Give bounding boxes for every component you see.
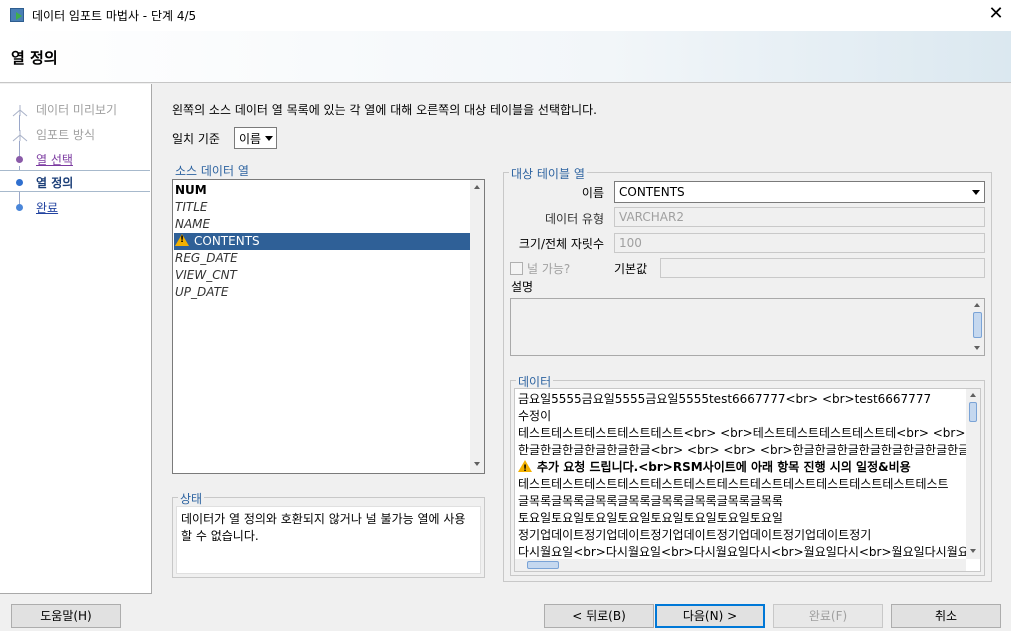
nav-step-column-definition: 열 정의 (0, 170, 150, 192)
source-list-scrollbar[interactable] (470, 180, 484, 473)
source-column-item[interactable]: UP_DATE (174, 284, 470, 301)
scroll-thumb[interactable] (973, 312, 982, 338)
data-preview-list[interactable]: 금요일5555금요일5555금요일5555test6667777<br> <br… (514, 388, 981, 572)
target-column-legend: 대상 테이블 열 (509, 165, 587, 182)
data-line-text: 추가 요청 드립니다.<br>RSM사이트에 아래 항목 진행 시의 일정&비용 (537, 460, 911, 474)
app-icon (10, 8, 24, 22)
step-done-icon (12, 105, 28, 117)
status-message: 데이터가 열 정의와 호환되지 않거나 널 불가능 열에 사용할 수 없습니다. (176, 506, 481, 574)
source-column-item[interactable]: NAME (174, 216, 470, 233)
data-vertical-scrollbar[interactable] (966, 389, 980, 559)
nav-step-finish[interactable]: 완료 (0, 196, 150, 218)
chevron-down-icon (265, 136, 273, 141)
cancel-button[interactable]: 취소 (891, 604, 1001, 628)
page-header: 열 정의 (0, 31, 1011, 83)
nav-step-column-select[interactable]: 열 선택 (0, 148, 150, 170)
source-column-item[interactable]: REG_DATE (174, 250, 470, 267)
status-legend: 상태 (178, 490, 205, 507)
nav-step-label: 열 정의 (36, 176, 74, 190)
data-line-warning: 추가 요청 드립니다.<br>RSM사이트에 아래 항목 진행 시의 일정&비용 (518, 459, 911, 478)
scroll-thumb[interactable] (527, 561, 559, 569)
data-type-label: 데이터 유형 (544, 212, 604, 226)
scroll-down-icon[interactable] (970, 549, 976, 553)
wizard-steps-nav: 데이터 미리보기 임포트 방식 열 선택 열 정의 완료 (0, 84, 152, 594)
nav-step-label: 데이터 미리보기 (36, 103, 118, 117)
size-field: 100 (614, 233, 985, 253)
nullable-label: 널 가능? (527, 262, 571, 276)
source-column-label: CONTENTS (194, 234, 260, 248)
step-dot-icon (16, 179, 23, 186)
description-label: 설명 (511, 280, 534, 294)
title-bar: 데이터 임포트 마법사 - 단계 4/5 ✕ (0, 0, 1011, 31)
step-dot-icon (16, 156, 23, 163)
data-line: 금요일5555금요일5555금요일5555test6667777<br> <br… (518, 392, 932, 406)
window-title: 데이터 임포트 마법사 - 단계 4/5 (32, 9, 197, 23)
description-textarea[interactable] (510, 298, 985, 356)
chevron-down-icon (972, 190, 980, 195)
scroll-down-icon[interactable] (474, 462, 480, 466)
match-by-select[interactable]: 이름 (234, 127, 277, 149)
nav-step-import-method: 임포트 방식 (0, 123, 150, 145)
source-column-item-selected[interactable]: CONTENTS (174, 233, 470, 250)
close-icon[interactable]: ✕ (985, 3, 1007, 25)
data-line: 토요일토요일토요일토요일토요일토요일토요일토요일 (518, 511, 783, 525)
scroll-thumb[interactable] (969, 402, 977, 422)
warning-icon (175, 234, 189, 246)
finish-button[interactable]: 완료(F) (773, 604, 883, 628)
step-done-icon (12, 130, 28, 142)
data-type-field: VARCHAR2 (614, 207, 985, 227)
data-line: 테스트테스트테스트테스트테스트테스트테스트테스트테스트테스트테스트테스트테스트 (518, 477, 949, 491)
step-dot-icon (16, 204, 23, 211)
help-button[interactable]: 도움말(H) (11, 604, 121, 628)
nav-step-label[interactable]: 완료 (36, 199, 58, 216)
data-line: 정기업데이트정기업데이트정기업데이트정기업데이트정기업데이트정기 (518, 528, 872, 542)
warning-icon (518, 460, 532, 478)
description-scrollbar[interactable] (971, 299, 984, 355)
match-by-label: 일치 기준 (172, 132, 220, 146)
instruction-text: 왼쪽의 소스 데이터 열 목록에 있는 각 열에 대해 오른쪽의 대상 테이블을… (172, 103, 597, 117)
back-button[interactable]: < 뒤로(B) (544, 604, 654, 628)
source-column-item[interactable]: NUM (174, 182, 470, 199)
scroll-up-icon[interactable] (974, 303, 980, 307)
scroll-up-icon[interactable] (474, 185, 480, 189)
source-column-item[interactable]: TITLE (174, 199, 470, 216)
nav-step-label: 임포트 방식 (36, 128, 96, 142)
nullable-checkbox[interactable] (510, 262, 523, 275)
data-line: 테스트테스트테스트테스트테스트<br> <br>테스트테스트테스트테스트테<br… (518, 426, 981, 440)
target-name-select[interactable]: CONTENTS (614, 181, 985, 203)
target-name-label: 이름 (581, 186, 604, 200)
size-label: 크기/전체 자릿수 (518, 237, 604, 251)
default-value-label: 기본값 (614, 262, 648, 276)
scroll-down-icon[interactable] (974, 346, 980, 350)
source-columns-list[interactable]: NUM TITLE NAME CONTENTS REG_DATE VIEW_CN… (172, 179, 485, 474)
data-line: 수정이 (518, 409, 552, 423)
target-name-value: CONTENTS (619, 185, 685, 199)
data-horizontal-scrollbar[interactable] (515, 559, 966, 571)
default-value-field[interactable] (660, 258, 985, 278)
next-button[interactable]: 다음(N) > (655, 604, 765, 628)
page-title: 열 정의 (11, 49, 58, 67)
nav-step-data-preview: 데이터 미리보기 (0, 98, 150, 120)
scroll-up-icon[interactable] (970, 393, 976, 397)
nav-step-label[interactable]: 열 선택 (36, 151, 73, 168)
match-by-value: 이름 (239, 132, 262, 146)
source-column-item[interactable]: VIEW_CNT (174, 267, 470, 284)
data-line: 한글한글한글한글한글한글<br> <br> <br> <br>한글한글한글한글한… (518, 443, 981, 457)
source-columns-legend: 소스 데이터 열 (173, 162, 251, 179)
data-line: 글목록글목록글목록글목록글목록글목록글목록글목록 (518, 494, 783, 508)
